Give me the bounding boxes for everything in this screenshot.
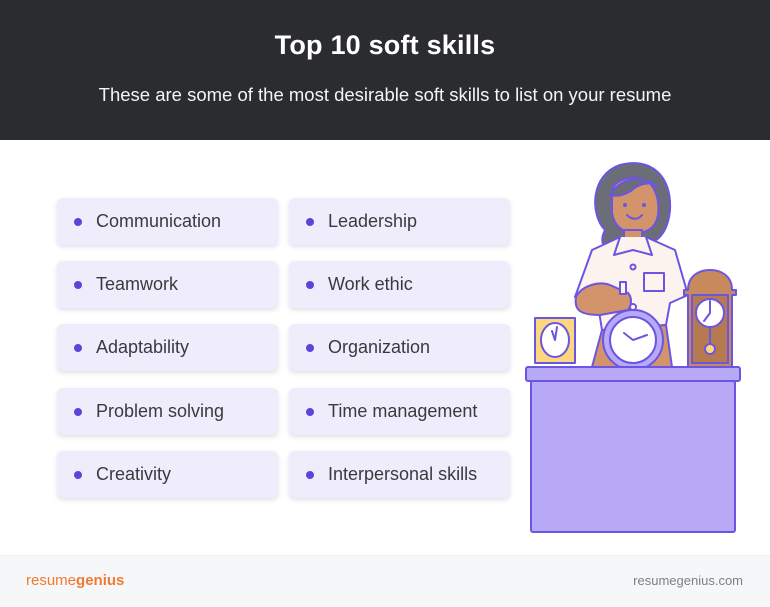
page-subtitle: These are some of the most desirable sof… (98, 84, 672, 105)
skill-label: Leadership (328, 211, 418, 231)
skill-label: Interpersonal skills (328, 464, 478, 484)
skill-card: Problem solving (57, 388, 278, 435)
skill-card: Adaptability (57, 324, 278, 371)
skill-card: Time management (289, 388, 510, 435)
site-url: resumegenius.com (633, 573, 743, 588)
bullet-icon (74, 217, 82, 226)
skill-card: Leadership (289, 198, 510, 245)
skill-label: Teamwork (96, 274, 179, 294)
skill-card: Work ethic (289, 261, 510, 308)
brand-logo: resumegenius (26, 572, 124, 589)
bullet-icon (74, 343, 82, 352)
person-with-clocks-illustration (520, 155, 750, 545)
bullet-icon (306, 407, 314, 416)
skill-card: Communication (57, 198, 278, 245)
desk (530, 380, 736, 533)
page-title: Top 10 soft skills (274, 30, 496, 60)
header-banner: Top 10 soft skills These are some of the… (0, 0, 770, 140)
skill-label: Creativity (96, 464, 172, 484)
desk-top (525, 366, 741, 382)
skill-label: Problem solving (96, 401, 225, 421)
brand-logo-bold: genius (76, 572, 125, 589)
skill-card: Interpersonal skills (289, 451, 510, 498)
skill-label: Organization (328, 337, 431, 357)
skills-grid: Communication Leadership Teamwork Work e… (57, 198, 510, 498)
skill-card: Organization (289, 324, 510, 371)
bullet-icon (306, 217, 314, 226)
footer: resumegenius resumegenius.com (0, 555, 770, 607)
bullet-icon (306, 343, 314, 352)
bullet-icon (74, 470, 82, 479)
skill-label: Communication (96, 211, 222, 231)
brand-logo-light: resume (26, 572, 77, 589)
skill-card: Creativity (57, 451, 278, 498)
bullet-icon (74, 407, 82, 416)
skill-label: Adaptability (96, 337, 190, 357)
skill-label: Time management (328, 401, 478, 421)
skill-label: Work ethic (328, 274, 413, 294)
bullet-icon (74, 280, 82, 289)
bullet-icon (306, 470, 314, 479)
bullet-icon (306, 280, 314, 289)
skill-card: Teamwork (57, 261, 278, 308)
